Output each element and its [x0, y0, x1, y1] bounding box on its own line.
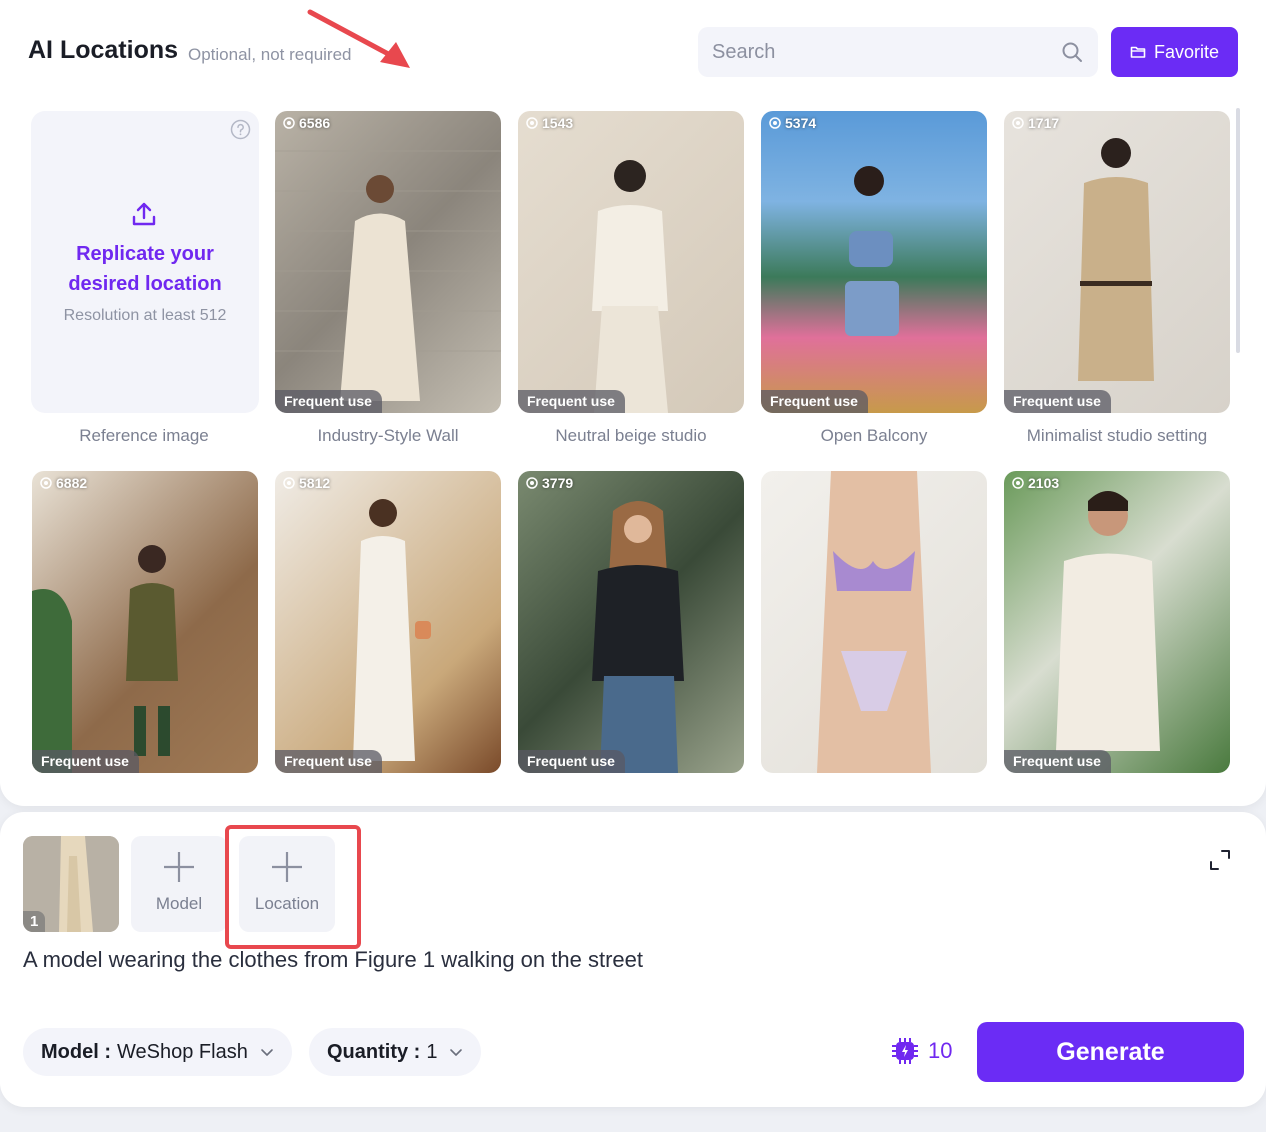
- search-input[interactable]: [712, 37, 1052, 67]
- figure-number: 1: [23, 911, 46, 932]
- frequent-use-badge: Frequent use: [275, 390, 382, 413]
- location-card[interactable]: 3779 Frequent use: [518, 471, 744, 773]
- location-card[interactable]: 5812 Frequent use: [275, 471, 501, 773]
- usage-icon: [526, 477, 538, 489]
- usage-count: 1717: [1012, 115, 1059, 131]
- frequent-use-badge: Frequent use: [1004, 750, 1111, 773]
- frequent-use-badge: Frequent use: [275, 750, 382, 773]
- chevron-down-icon: [450, 1049, 463, 1056]
- page-title: AI Locations: [28, 36, 179, 64]
- frequent-use-badge: Frequent use: [518, 390, 625, 413]
- location-photo: [817, 471, 931, 773]
- location-photo: [592, 501, 684, 773]
- location-photo: [1056, 491, 1160, 751]
- reference-label: Reference image: [79, 426, 209, 445]
- usage-icon: [769, 117, 781, 129]
- location-card[interactable]: 5374 Frequent use: [761, 111, 987, 413]
- location-label: Neutral beige studio: [555, 426, 707, 445]
- frequent-use-badge: Frequent use: [1004, 390, 1111, 413]
- search-box[interactable]: [698, 27, 1098, 77]
- model-select-label: Model :: [41, 1040, 111, 1063]
- location-photo: [275, 150, 501, 401]
- expand-icon[interactable]: [1208, 848, 1232, 872]
- usage-icon: [40, 477, 52, 489]
- chevron-down-icon: [261, 1049, 273, 1056]
- usage-icon: [283, 477, 295, 489]
- location-label: Open Balcony: [820, 426, 928, 445]
- quantity-select-value: 1: [426, 1040, 438, 1063]
- quantity-select-label: Quantity :: [327, 1040, 421, 1063]
- reference-upload-card[interactable]: Replicate your desired location Resoluti…: [31, 111, 259, 413]
- credit-cost: 10: [890, 1036, 952, 1066]
- model-select-value: WeShop Flash: [117, 1040, 248, 1063]
- garment-thumbnail[interactable]: 1: [23, 836, 119, 932]
- frequent-use-badge: Frequent use: [761, 390, 868, 413]
- add-model-button[interactable]: Model: [131, 836, 227, 932]
- upload-icon: [132, 202, 156, 226]
- frequent-use-badge: Frequent use: [32, 750, 139, 773]
- favorite-label: Favorite: [1153, 41, 1220, 62]
- locations-panel: AI Locations Optional, not required Favo…: [0, 0, 1266, 806]
- location-photo: [32, 545, 178, 773]
- location-card[interactable]: 2103 Frequent use: [1004, 471, 1230, 773]
- frequent-use-badge: Frequent use: [518, 750, 625, 773]
- location-label: Minimalist studio setting: [1026, 426, 1208, 445]
- prompt-text[interactable]: A model wearing the clothes from Figure …: [23, 947, 643, 973]
- model-select[interactable]: Model : WeShop Flash: [23, 1028, 292, 1076]
- location-card[interactable]: [761, 471, 987, 773]
- usage-icon: [283, 117, 295, 129]
- add-model-label: Model: [155, 894, 203, 913]
- chip-icon: [892, 1038, 918, 1064]
- usage-count: 5812: [283, 475, 330, 491]
- reference-resolution: Resolution at least 512: [63, 307, 227, 324]
- usage-count: 2103: [1012, 475, 1059, 491]
- usage-count: 1543: [526, 115, 573, 131]
- usage-icon: [1012, 477, 1024, 489]
- location-photo: [845, 166, 899, 336]
- location-card[interactable]: 6882 Frequent use: [32, 471, 258, 773]
- usage-icon: [1012, 117, 1024, 129]
- location-label: Industry-Style Wall: [317, 426, 459, 445]
- usage-count: 3779: [526, 475, 573, 491]
- help-icon[interactable]: [230, 119, 251, 140]
- usage-count: 5374: [769, 115, 816, 131]
- location-card[interactable]: 1543 Frequent use: [518, 111, 744, 413]
- plus-icon: [164, 852, 194, 882]
- folder-icon: [1130, 46, 1146, 58]
- credit-amount: 10: [928, 1038, 953, 1063]
- scrollbar[interactable]: [1236, 108, 1240, 353]
- location-photo: [1078, 138, 1154, 381]
- location-photo: [592, 160, 668, 413]
- location-photo: [353, 499, 431, 761]
- search-icon[interactable]: [1060, 40, 1084, 64]
- location-card[interactable]: 6586 Frequent use: [275, 111, 501, 413]
- reference-title: Replicate your desired location: [68, 243, 222, 295]
- usage-icon: [526, 117, 538, 129]
- usage-count: 6882: [40, 475, 87, 491]
- generate-button[interactable]: Generate: [977, 1022, 1244, 1082]
- usage-count: 6586: [283, 115, 330, 131]
- quantity-select[interactable]: Quantity : 1: [309, 1028, 482, 1076]
- favorite-button[interactable]: Favorite: [1111, 27, 1238, 77]
- page-subtitle: Optional, not required: [188, 45, 352, 64]
- add-location-label: Location: [254, 894, 320, 913]
- location-card[interactable]: 1717 Frequent use: [1004, 111, 1230, 413]
- add-location-button[interactable]: Location: [239, 836, 335, 932]
- plus-icon: [272, 852, 302, 882]
